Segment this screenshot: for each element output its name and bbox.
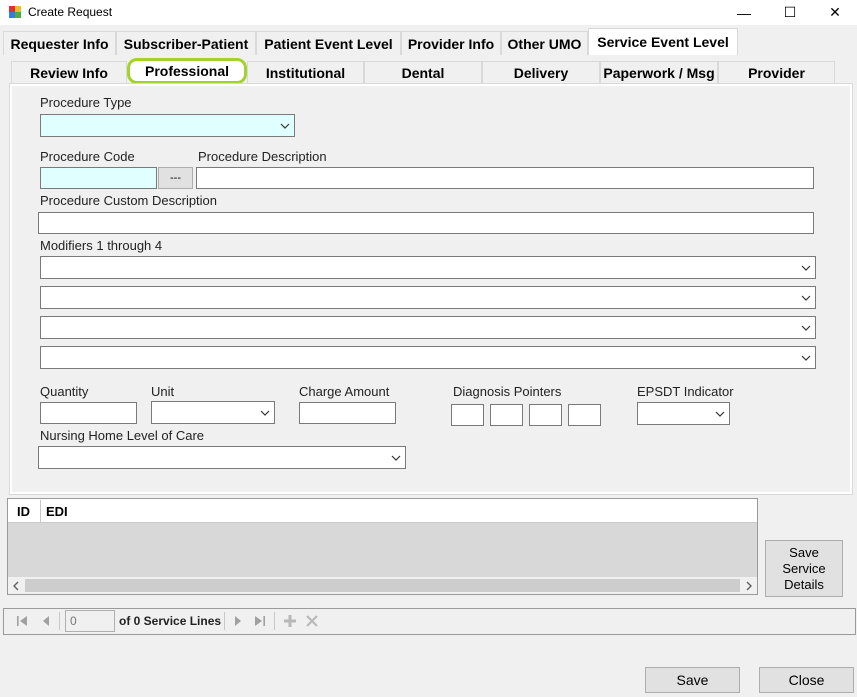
tab-dental[interactable]: Dental: [364, 61, 482, 83]
tab-provider-info[interactable]: Provider Info: [401, 31, 501, 55]
tab-subscriber-patient[interactable]: Subscriber-Patient: [116, 31, 256, 55]
minimize-button[interactable]: —: [721, 0, 767, 25]
tab-requester-info[interactable]: Requester Info: [3, 31, 116, 55]
modifier-3-select[interactable]: [40, 316, 816, 339]
tab-other-umo[interactable]: Other UMO: [501, 31, 588, 55]
chevron-right-icon: [746, 581, 752, 590]
diagnosis-pointer-1-input[interactable]: [451, 404, 484, 426]
chevron-left-icon: [13, 581, 19, 590]
grid-header: [8, 499, 757, 523]
chevron-down-icon: [801, 295, 811, 301]
tab-professional[interactable]: Professional: [127, 58, 247, 84]
tab-patient-event-level[interactable]: Patient Event Level: [256, 31, 401, 55]
close-window-button[interactable]: ✕: [812, 0, 857, 25]
nursing-home-level-select[interactable]: [38, 446, 406, 469]
diagnosis-pointer-2-input[interactable]: [490, 404, 523, 426]
delete-x-icon: [306, 615, 318, 627]
procedure-code-lookup-button[interactable]: ---: [158, 167, 193, 189]
procedure-custom-description-input[interactable]: [38, 212, 814, 234]
procedure-type-select[interactable]: [40, 114, 295, 137]
app-icon: [9, 6, 21, 18]
tab-paperwork-msg[interactable]: Paperwork / Msg: [600, 61, 718, 83]
chevron-down-icon: [260, 410, 270, 416]
modifiers-label: Modifiers 1 through 4: [40, 238, 163, 253]
tab-review-info[interactable]: Review Info: [11, 61, 127, 83]
epsdt-indicator-label: EPSDT Indicator: [637, 384, 734, 399]
nursing-home-label: Nursing Home Level of Care: [40, 428, 205, 443]
next-record-icon: [235, 616, 241, 626]
modifier-4-select[interactable]: [40, 346, 816, 369]
grid-column-id[interactable]: ID: [17, 504, 30, 519]
last-record-icon: [255, 616, 265, 626]
move-last-button[interactable]: [252, 613, 268, 629]
chevron-down-icon: [715, 411, 725, 417]
separator: [224, 612, 225, 630]
chevron-down-icon: [801, 325, 811, 331]
delete-button[interactable]: [304, 613, 320, 629]
window-title: Create Request: [28, 5, 113, 19]
procedure-code-input[interactable]: [40, 167, 157, 189]
unit-label: Unit: [151, 384, 175, 399]
record-count-label: of 0 Service Lines: [119, 614, 222, 628]
modifier-2-select[interactable]: [40, 286, 816, 309]
grid-column-edi[interactable]: EDI: [46, 504, 68, 519]
charge-amount-label: Charge Amount: [299, 384, 390, 399]
separator: [274, 612, 275, 630]
diagnosis-pointer-4-input[interactable]: [568, 404, 601, 426]
move-next-button[interactable]: [230, 613, 246, 629]
tab-institutional[interactable]: Institutional: [247, 61, 364, 83]
diagnosis-pointers-label: Diagnosis Pointers: [453, 384, 562, 399]
separator: [59, 612, 60, 630]
tab-provider[interactable]: Provider: [718, 61, 835, 83]
column-divider: [40, 500, 41, 522]
maximize-button[interactable]: ☐: [767, 0, 813, 25]
tab-delivery[interactable]: Delivery: [482, 61, 600, 83]
chevron-down-icon: [801, 265, 811, 271]
move-previous-button[interactable]: [38, 613, 54, 629]
save-button[interactable]: Save: [645, 667, 740, 693]
previous-record-icon: [43, 616, 49, 626]
chevron-down-icon: [801, 355, 811, 361]
procedure-type-label: Procedure Type: [40, 95, 132, 110]
maximize-icon: ☐: [783, 4, 797, 20]
add-new-button[interactable]: [282, 613, 298, 629]
close-button[interactable]: Close: [759, 667, 854, 693]
procedure-description-input[interactable]: [196, 167, 814, 189]
epsdt-indicator-select[interactable]: [637, 402, 730, 425]
position-input[interactable]: 0: [65, 610, 115, 632]
quantity-label: Quantity: [40, 384, 89, 399]
procedure-custom-description-label: Procedure Custom Description: [40, 193, 218, 208]
chevron-down-icon: [280, 123, 290, 129]
unit-select[interactable]: [151, 401, 275, 424]
save-service-details-button[interactable]: Save Service Details: [765, 540, 843, 597]
scrollbar-thumb[interactable]: [25, 579, 740, 592]
modifier-1-select[interactable]: [40, 256, 816, 279]
scroll-right-button[interactable]: [743, 578, 755, 593]
plus-icon: [284, 615, 296, 627]
first-record-icon: [17, 616, 27, 626]
chevron-down-icon: [391, 455, 401, 461]
procedure-description-label: Procedure Description: [198, 149, 327, 164]
minimize-icon: —: [737, 4, 751, 21]
close-icon: ✕: [829, 4, 841, 20]
move-first-button[interactable]: [14, 613, 30, 629]
charge-amount-input[interactable]: [299, 402, 396, 424]
tab-service-event-level[interactable]: Service Event Level: [588, 28, 738, 55]
diagnosis-pointer-3-input[interactable]: [529, 404, 562, 426]
procedure-code-label: Procedure Code: [40, 149, 135, 164]
quantity-input[interactable]: [40, 402, 137, 424]
scroll-left-button[interactable]: [10, 578, 22, 593]
